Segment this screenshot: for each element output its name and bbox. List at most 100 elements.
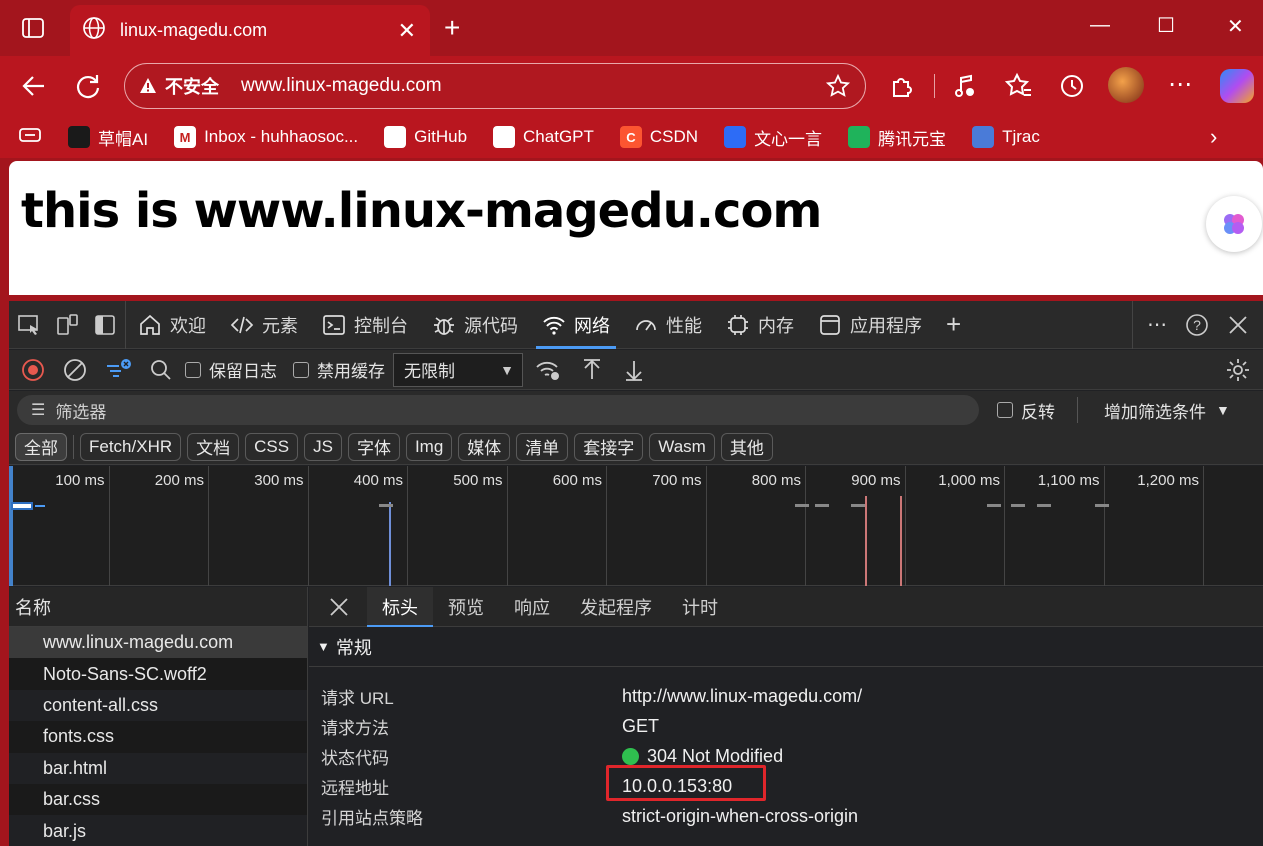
extensions-icon[interactable] — [888, 72, 916, 105]
network-conditions-icon[interactable] — [535, 358, 561, 382]
preserve-log-checkbox[interactable]: 保留日志 — [185, 357, 277, 382]
type-filter-button[interactable]: 媒体 — [458, 432, 511, 461]
type-filter-button[interactable]: 文档 — [187, 432, 240, 461]
export-har-icon[interactable] — [623, 358, 645, 382]
type-filter-button[interactable]: 全部 — [15, 432, 67, 461]
type-filter-button[interactable]: 套接字 — [574, 432, 644, 461]
close-devtools-icon[interactable] — [1227, 314, 1249, 336]
devtools-tab-6[interactable]: 内存 — [714, 301, 806, 349]
detail-tab[interactable]: 发起程序 — [565, 587, 667, 627]
close-detail-icon[interactable] — [309, 597, 367, 617]
more-tabs-button[interactable]: + — [934, 301, 973, 349]
network-overview-timeline[interactable]: 100 ms 200 ms 300 ms 400 ms 500 ms 600 ms 700 … — [9, 466, 1263, 586]
field-value[interactable]: 304 Not Modified — [622, 746, 783, 767]
star-icon[interactable] — [825, 73, 851, 99]
checkbox[interactable] — [185, 361, 201, 378]
type-filter-button[interactable]: JS — [304, 432, 342, 461]
devtools-tab-0[interactable]: 欢迎 — [126, 301, 218, 349]
dock-side-icon[interactable] — [93, 313, 117, 337]
type-filter-button[interactable]: 其他 — [720, 432, 773, 461]
bookmark-label: GitHub — [414, 127, 468, 146]
browser-tab-active[interactable]: linux-magedu.com ✕ — [70, 5, 430, 56]
devtools-tab-3[interactable]: 源代码 — [420, 301, 530, 349]
type-filter-button[interactable]: Wasm — [649, 432, 715, 461]
field-value[interactable]: http://www.linux-magedu.com/ — [622, 686, 862, 707]
maximize-button[interactable]: ☐ — [1157, 13, 1175, 38]
bookmark-label: Tjrac — [1002, 127, 1040, 146]
type-filter-button[interactable]: Fetch/XHR — [80, 432, 182, 461]
more-filters-dropdown[interactable]: 增加筛选条件 ▼ — [1104, 398, 1230, 423]
bookmark-item[interactable]: GitHub — [384, 126, 467, 148]
bookmark-item[interactable]: 草帽AI — [68, 125, 148, 150]
detail-tab[interactable]: 预览 — [433, 587, 499, 627]
collections-icon[interactable] — [18, 125, 42, 150]
devtools-tab-4[interactable]: 网络 — [530, 301, 622, 349]
device-toolbar-icon[interactable] — [55, 313, 79, 337]
request-row[interactable]: fonts.css — [9, 721, 307, 753]
type-filter-button[interactable]: CSS — [245, 432, 299, 461]
history-icon[interactable] — [1058, 72, 1086, 105]
avatar[interactable] — [1108, 67, 1144, 103]
request-row[interactable]: bar.css — [9, 783, 307, 816]
reload-icon[interactable] — [74, 72, 102, 105]
bookmark-item[interactable]: C CSDN — [619, 126, 698, 148]
filter-input[interactable]: ☰ 筛选器 — [17, 395, 979, 425]
record-icon[interactable] — [21, 358, 45, 382]
checkbox[interactable] — [293, 361, 309, 378]
type-filter-button[interactable]: Img — [405, 432, 453, 461]
media-icon[interactable] — [952, 72, 980, 105]
devtools-tab-1[interactable]: 元素 — [218, 301, 310, 349]
search-icon[interactable] — [149, 358, 173, 382]
more-options-icon[interactable]: ⋯ — [1147, 312, 1167, 337]
address-bar[interactable]: 不安全 www.linux-magedu.com — [124, 63, 866, 109]
bookmark-item[interactable]: Tjrac — [972, 126, 1040, 148]
copilot-icon[interactable] — [1220, 69, 1254, 103]
chevron-right-icon[interactable]: › — [1210, 124, 1217, 150]
request-row[interactable]: Noto-Sans-SC.woff2 — [9, 658, 307, 690]
clear-icon[interactable] — [63, 358, 87, 382]
type-filter-button[interactable]: 清单 — [516, 432, 569, 461]
inspect-icon[interactable] — [17, 313, 41, 337]
devtools-tab-5[interactable]: 性能 — [622, 301, 714, 349]
bookmark-item[interactable]: 文心一言 — [724, 125, 822, 150]
checkbox[interactable] — [997, 402, 1013, 418]
help-icon[interactable]: ? — [1185, 313, 1209, 337]
detail-tab[interactable]: 响应 — [499, 587, 565, 627]
field-value[interactable]: strict-origin-when-cross-origin — [622, 806, 858, 827]
sidebar-toggle-icon[interactable] — [22, 17, 44, 44]
throttle-select[interactable]: 无限制 ▼ — [393, 352, 523, 387]
bookmark-item[interactable]: 腾讯元宝 — [848, 125, 946, 150]
timeline-start-handle[interactable] — [9, 466, 13, 586]
security-label[interactable]: 不安全 — [165, 73, 219, 99]
import-har-icon[interactable] — [581, 358, 603, 382]
copilot-floating-button[interactable] — [1206, 196, 1262, 252]
bookmark-item[interactable]: ChatGPT — [493, 126, 594, 148]
minimize-button[interactable]: — — [1090, 14, 1110, 37]
devtools-tab-7[interactable]: 应用程序 — [806, 301, 934, 349]
timeline-bar — [379, 504, 393, 507]
favorites-icon[interactable] — [1004, 72, 1033, 105]
settings-gear-icon[interactable] — [1225, 357, 1251, 383]
request-row[interactable]: bar.js — [9, 815, 307, 846]
filter-icon[interactable] — [105, 358, 131, 382]
new-tab-button[interactable]: + — [444, 12, 460, 44]
type-filter-button[interactable]: 字体 — [347, 432, 400, 461]
request-row[interactable]: www.linux-magedu.com — [9, 627, 307, 659]
request-row[interactable]: content-all.css — [9, 690, 307, 721]
tab-close-icon[interactable]: ✕ — [398, 18, 416, 44]
url-text[interactable]: www.linux-magedu.com — [241, 75, 825, 97]
devtools-tab-2[interactable]: 控制台 — [310, 301, 420, 349]
window-close-button[interactable]: ✕ — [1227, 14, 1244, 39]
invert-checkbox[interactable]: 反转 — [997, 398, 1055, 423]
field-key: 请求 URL — [321, 688, 394, 708]
bookmark-item[interactable]: M Inbox - huhhaosoc... — [174, 126, 358, 148]
back-icon[interactable] — [20, 72, 48, 105]
more-menu-icon[interactable]: ⋯ — [1168, 70, 1193, 99]
detail-tab[interactable]: 计时 — [667, 587, 733, 627]
field-value[interactable]: GET — [622, 716, 659, 737]
request-row[interactable]: bar.html — [9, 753, 307, 784]
detail-tab[interactable]: 标头 — [367, 586, 433, 627]
name-column-header[interactable]: 名称 — [9, 587, 307, 627]
disable-cache-checkbox[interactable]: 禁用缓存 — [293, 357, 385, 382]
general-section-header[interactable]: ▼ 常规 — [309, 627, 1263, 667]
